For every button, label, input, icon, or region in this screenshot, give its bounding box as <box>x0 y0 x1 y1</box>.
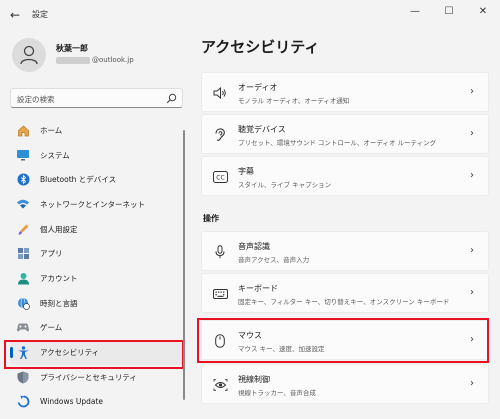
captions-icon: CC <box>212 169 228 185</box>
sidebar-item-network[interactable]: ネットワークとインターネット <box>10 192 186 217</box>
sidebar-item-personalization[interactable]: 個人用設定 <box>10 217 186 242</box>
card-subtitle: スタイル、ライブ キャプション <box>238 181 332 189</box>
card-title: キーボード <box>238 284 278 293</box>
sidebar-item-system[interactable]: システム <box>10 143 186 168</box>
home-icon <box>16 123 30 137</box>
sidebar-item-bluetooth[interactable]: Bluetooth とデバイス <box>10 167 186 192</box>
back-button[interactable]: ← <box>6 6 24 24</box>
sidebar-item-label: Windows Update <box>40 397 104 407</box>
close-button[interactable]: ✕ <box>466 0 500 22</box>
chevron-right-icon: › <box>470 287 474 298</box>
microphone-icon <box>212 244 228 260</box>
paintbrush-icon <box>16 222 30 236</box>
keyboard-icon <box>212 286 228 302</box>
card-subtitle: 固定キー、フィルター キー、切り替えキー、オンスクリーン キーボード <box>238 298 450 306</box>
sidebar-item-home[interactable]: ホーム <box>10 118 186 143</box>
card-title: 視線制御 <box>238 375 270 384</box>
sidebar-item-label: アプリ <box>40 249 63 259</box>
card-title: オーディオ <box>238 83 278 92</box>
sidebar-item-apps[interactable]: アプリ <box>10 241 186 266</box>
shield-icon <box>16 370 30 384</box>
maximize-button[interactable]: ☐ <box>432 0 466 22</box>
gamepad-icon <box>16 321 30 335</box>
sidebar-item-label: 時刻と言語 <box>40 298 78 308</box>
card-speech[interactable]: 音声認識 音声アクセス、音声入力 › <box>201 231 489 271</box>
sidebar-item-time-language[interactable]: 時刻と言語 <box>10 291 186 316</box>
user-profile[interactable]: 秋葉一郎 @outlook.jp <box>12 38 182 74</box>
minimize-button[interactable]: — <box>398 0 432 22</box>
sidebar-scrollbar[interactable] <box>183 130 185 400</box>
card-subtitle: モノラル オーディオ、オーディオ通知 <box>238 97 350 105</box>
sidebar-item-label: 個人用設定 <box>40 224 78 234</box>
sidebar-item-label: システム <box>40 150 70 160</box>
user-email: @outlook.jp <box>56 56 134 64</box>
card-title: 字幕 <box>238 167 254 176</box>
user-name: 秋葉一郎 <box>56 44 88 53</box>
email-domain: @outlook.jp <box>92 56 134 64</box>
chevron-right-icon: › <box>470 128 474 139</box>
ear-icon <box>212 127 228 143</box>
card-title: 音声認識 <box>238 242 270 251</box>
title-bar: ← 設定 — ☐ ✕ <box>0 0 500 30</box>
chevron-right-icon: › <box>470 378 474 389</box>
update-icon <box>16 395 30 409</box>
sidebar-item-label: ゲーム <box>40 323 63 333</box>
card-audio[interactable]: オーディオ モノラル オーディオ、オーディオ通知 › <box>201 72 489 112</box>
sidebar-item-label: プライバシーとセキュリティ <box>40 372 137 382</box>
card-keyboard[interactable]: キーボード 固定キー、フィルター キー、切り替えキー、オンスクリーン キーボード… <box>201 273 489 313</box>
globe-clock-icon <box>16 296 30 310</box>
page-title: アクセシビリティ <box>201 38 320 56</box>
sidebar-item-label: ネットワークとインターネット <box>40 199 145 209</box>
card-title: 聴覚デバイス <box>238 125 286 134</box>
apps-icon <box>16 247 30 261</box>
card-hearing-devices[interactable]: 聴覚デバイス プリセット、環境サウンド コントロール、オーディオ ルーティング … <box>201 114 489 154</box>
sidebar-nav: ホーム システム Bluetooth とデバイス ネットワークとインターネット … <box>10 118 186 414</box>
monitor-icon <box>16 148 30 162</box>
app-title: 設定 <box>32 10 48 19</box>
chevron-right-icon: › <box>470 86 474 97</box>
chevron-right-icon: › <box>470 245 474 256</box>
card-highlight-box <box>197 318 489 363</box>
search-input[interactable] <box>17 93 157 105</box>
avatar <box>12 38 46 72</box>
wifi-icon <box>16 197 30 211</box>
card-subtitle: 音声アクセス、音声入力 <box>238 256 310 264</box>
card-subtitle: プリセット、環境サウンド コントロール、オーディオ ルーティング <box>238 139 437 147</box>
sidebar-highlight-box <box>4 340 184 369</box>
section-heading-operation: 操作 <box>203 214 219 223</box>
window-controls: — ☐ ✕ <box>398 0 500 24</box>
sidebar-item-gaming[interactable]: ゲーム <box>10 316 186 341</box>
bluetooth-icon <box>16 173 30 187</box>
card-eye-control[interactable]: 視線制御 視線トラッカー、音声合成 › <box>201 364 489 404</box>
sidebar-item-windows-update[interactable]: Windows Update <box>10 390 186 415</box>
card-captions[interactable]: CC 字幕 スタイル、ライブ キャプション › <box>201 156 489 196</box>
sidebar-item-accounts[interactable]: アカウント <box>10 266 186 291</box>
chevron-right-icon: › <box>470 170 474 181</box>
speaker-icon <box>212 85 228 101</box>
email-redacted <box>56 56 90 64</box>
sidebar-item-label: ホーム <box>40 125 63 135</box>
svg-text:CC: CC <box>216 175 224 182</box>
card-subtitle: 視線トラッカー、音声合成 <box>238 389 316 397</box>
person-icon <box>16 271 30 285</box>
sidebar-item-label: Bluetooth とデバイス <box>40 175 117 185</box>
sidebar-item-label: アカウント <box>40 273 78 283</box>
search-box[interactable] <box>10 88 183 108</box>
search-icon[interactable] <box>166 93 177 104</box>
eye-control-icon <box>212 377 228 393</box>
person-icon <box>20 45 38 65</box>
